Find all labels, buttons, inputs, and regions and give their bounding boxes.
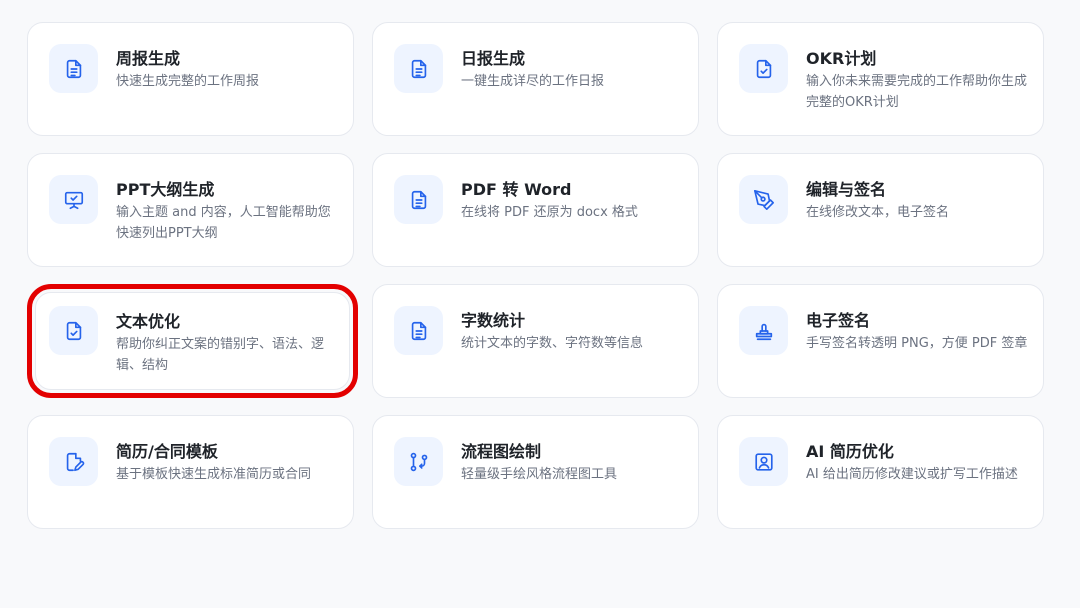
tool-title: 简历/合同模板 <box>116 442 218 461</box>
document-icon <box>394 306 443 355</box>
tool-description: 在线将 PDF 还原为 docx 格式 <box>461 205 638 220</box>
tool-title: 编辑与签名 <box>806 180 887 199</box>
tool-card-text-optimize[interactable]: 文本优化 帮助你纠正文案的错别字、语法、逻辑、结构 <box>27 284 358 398</box>
tool-description: AI 给出简历修改建议或扩写工作描述 <box>806 467 1018 482</box>
tools-grid: 周报生成 快速生成完整的工作周报 日报生成 一键生成详尽的工作日报 OKR计划 … <box>0 0 1080 608</box>
tool-title: AI 简历优化 <box>806 442 894 461</box>
tool-title: PPT大纲生成 <box>116 180 215 199</box>
tool-title: 周报生成 <box>116 49 181 68</box>
tool-card-daily-report[interactable]: 日报生成 一键生成详尽的工作日报 <box>372 22 699 136</box>
tool-title: OKR计划 <box>806 49 877 68</box>
tool-card-ai-resume-optimize[interactable]: AI 简历优化 AI 给出简历修改建议或扩写工作描述 <box>717 415 1044 529</box>
tool-card-okr-plan[interactable]: OKR计划 输入你未来需要完成的工作帮助你生成完整的OKR计划 <box>717 22 1044 136</box>
document-icon <box>394 44 443 93</box>
tool-description: 一键生成详尽的工作日报 <box>461 74 605 89</box>
presentation-icon <box>49 175 98 224</box>
tool-card-weekly-report[interactable]: 周报生成 快速生成完整的工作周报 <box>27 22 354 136</box>
tool-title: 字数统计 <box>461 311 526 330</box>
tool-description: 帮助你纠正文案的错别字、语法、逻辑、结构 <box>116 337 325 373</box>
tool-description: 快速生成完整的工作周报 <box>116 74 260 89</box>
tool-card-ppt-outline[interactable]: PPT大纲生成 输入主题 and 内容，人工智能帮助您快速列出PPT大纲 <box>27 153 354 267</box>
tool-description: 基于模板快速生成标准简历或合同 <box>116 467 312 482</box>
flowchart-icon <box>394 437 443 486</box>
tool-card-flowchart[interactable]: 流程图绘制 轻量级手绘风格流程图工具 <box>372 415 699 529</box>
tool-description: 在线修改文本，电子签名 <box>806 205 950 220</box>
document-icon <box>49 44 98 93</box>
document-check-icon <box>739 44 788 93</box>
tool-title: 电子签名 <box>806 311 871 330</box>
tool-description: 输入你未来需要完成的工作帮助你生成完整的OKR计划 <box>806 74 1028 110</box>
tool-title: 流程图绘制 <box>461 442 542 461</box>
document-icon <box>394 175 443 224</box>
pen-nib-icon <box>739 175 788 224</box>
tool-description: 统计文本的字数、字符数等信息 <box>461 336 644 351</box>
document-check-icon <box>49 306 98 355</box>
tool-description: 轻量级手绘风格流程图工具 <box>461 467 618 482</box>
tool-card-pdf-to-word[interactable]: PDF 转 Word 在线将 PDF 还原为 docx 格式 <box>372 153 699 267</box>
tool-title: 文本优化 <box>116 312 181 331</box>
tool-card-word-count[interactable]: 字数统计 统计文本的字数、字符数等信息 <box>372 284 699 398</box>
tool-title: PDF 转 Word <box>461 180 572 199</box>
document-edit-icon <box>49 437 98 486</box>
tool-title: 日报生成 <box>461 49 526 68</box>
tool-card-e-signature[interactable]: 电子签名 手写签名转透明 PNG，方便 PDF 签章 <box>717 284 1044 398</box>
stamp-icon <box>739 306 788 355</box>
tool-description: 手写签名转透明 PNG，方便 PDF 签章 <box>806 336 1028 351</box>
profile-icon <box>739 437 788 486</box>
tool-card-edit-sign[interactable]: 编辑与签名 在线修改文本，电子签名 <box>717 153 1044 267</box>
tool-card-resume-contract-template[interactable]: 简历/合同模板 基于模板快速生成标准简历或合同 <box>27 415 354 529</box>
tool-description: 输入主题 and 内容，人工智能帮助您快速列出PPT大纲 <box>116 205 331 241</box>
